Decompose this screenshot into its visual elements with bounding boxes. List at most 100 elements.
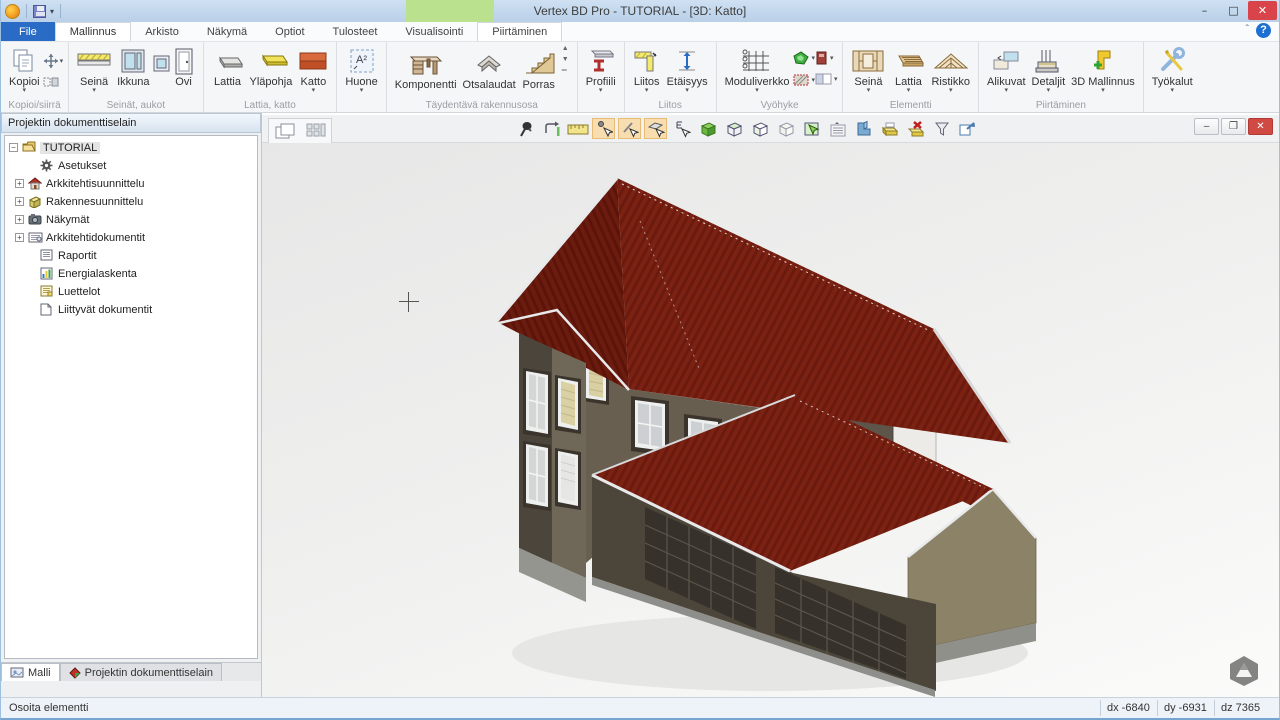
tree-item-asetukset[interactable]: Asetukset — [5, 159, 257, 172]
tree-item-arkkitehtidokumentit[interactable]: + Arkkitehtidokumentit — [5, 231, 257, 244]
folder-icon — [22, 141, 36, 154]
moduliverkko-button[interactable]: Moduliverkko ▾ — [722, 45, 793, 94]
katto-button[interactable]: Katto ▾ — [295, 45, 331, 94]
collapse-ribbon-icon[interactable]: ˆ — [1246, 24, 1249, 35]
tree-item-energialaskenta[interactable]: Energialaskenta — [5, 267, 257, 280]
maximize-button[interactable]: □ — [1219, 1, 1248, 20]
move-button[interactable]: ▾ — [43, 53, 64, 69]
gallery-expand-icon[interactable]: ═ — [562, 67, 569, 74]
ovi-button[interactable]: Ovi — [170, 45, 198, 89]
drawer-delete-icon[interactable] — [904, 118, 927, 139]
doc-minimize-button[interactable]: – — [1194, 118, 1219, 135]
shade-mode-hidden-icon[interactable] — [748, 118, 771, 139]
tile-windows-icon[interactable] — [304, 121, 327, 142]
component-icon — [407, 49, 445, 79]
tab-malli[interactable]: Malli — [1, 663, 60, 681]
etaisyys-button[interactable]: Etäisyys ▾ — [664, 45, 711, 94]
qat-dropdown-icon[interactable]: ▾ — [50, 7, 54, 16]
zone-block-button[interactable]: ▾ — [815, 51, 838, 65]
shade-mode-solid-icon[interactable] — [696, 118, 719, 139]
window-small-button[interactable] — [153, 55, 170, 72]
expand-icon[interactable]: + — [15, 197, 24, 206]
alikuvat-button[interactable]: Alikuvat ▾ — [984, 45, 1029, 94]
tree-item-tutorial[interactable]: − TUTORIAL — [5, 141, 257, 154]
zone-hatch-button[interactable]: ▾ — [792, 73, 815, 87]
group-zone: Moduliverkko ▾ ▾ ▾ ▾ — [717, 42, 844, 112]
filter-icon[interactable] — [930, 118, 953, 139]
tab-projektin-dokumenttiselain[interactable]: Projektin dokumenttiselain — [60, 663, 222, 681]
detaljit-button[interactable]: Detaljit ▾ — [1029, 45, 1069, 94]
tab-nakyma[interactable]: Näkymä — [193, 22, 261, 41]
doc-close-button[interactable]: ✕ — [1248, 118, 1273, 135]
tree-item-luettelot[interactable]: Luettelot — [5, 285, 257, 298]
wall-icon — [77, 46, 111, 76]
3d-mallinnus-button[interactable]: 3D Mallinnus ▾ — [1068, 45, 1138, 94]
select-element-icon[interactable] — [670, 118, 693, 139]
mirror-button[interactable] — [43, 76, 64, 88]
tree-item-raportit[interactable]: Raportit — [5, 249, 257, 262]
drawer-open-icon[interactable] — [878, 118, 901, 139]
kopioi-button[interactable]: Kopioi ▾ — [6, 45, 43, 94]
shade-mode-ghost-icon[interactable] — [774, 118, 797, 139]
group-joint: Liitos ▾ Etäisyys ▾ Liitos — [625, 42, 717, 112]
huone-button[interactable]: A² Huone ▾ — [342, 45, 380, 94]
profiili-button[interactable]: Profiili ▾ — [583, 45, 619, 94]
expand-icon[interactable]: + — [15, 179, 24, 188]
tab-mallinnus[interactable]: Mallinnus — [55, 22, 131, 41]
tree-item-nakymat[interactable]: + Näkymät — [5, 213, 257, 226]
scroll-up-icon[interactable]: ▲ — [562, 45, 569, 52]
komponentti-button[interactable]: Komponentti — [392, 45, 460, 92]
lattia-button[interactable]: Lattia — [209, 45, 247, 89]
tab-piirtaminen[interactable]: Piirtäminen — [477, 22, 562, 41]
tyokalut-button[interactable]: Työkalut ▾ — [1149, 45, 1196, 94]
3d-view[interactable] — [262, 143, 1279, 697]
elementti-lattia-button[interactable]: Lattia ▾ — [888, 45, 928, 94]
tree-item-rakennesuunnittelu[interactable]: + Rakennesuunnittelu — [5, 195, 257, 208]
zone-split-button[interactable]: ▾ — [815, 72, 838, 86]
tab-optiot[interactable]: Optiot — [261, 22, 318, 41]
shade-mode-wire-icon[interactable] — [722, 118, 745, 139]
elementti-seina-button[interactable]: Seinä ▾ — [848, 45, 888, 94]
export-view-icon[interactable] — [956, 118, 979, 139]
doc-restore-button[interactable]: ❐ — [1221, 118, 1246, 135]
zone-polygon-button[interactable]: ▾ — [792, 51, 815, 66]
minimize-button[interactable]: – — [1190, 1, 1219, 20]
close-button[interactable]: ✕ — [1248, 1, 1277, 20]
tab-arkisto[interactable]: Arkisto — [131, 22, 193, 41]
cascade-windows-icon[interactable] — [273, 121, 296, 142]
snap-point-icon[interactable] — [592, 118, 615, 139]
otsalaudat-button[interactable]: Otsalaudat — [460, 45, 519, 92]
path-direction-icon[interactable] — [540, 118, 563, 139]
tree-item-liittyvat-dokumentit[interactable]: Liittyvät dokumentit — [5, 303, 257, 316]
ikkuna-button[interactable]: Ikkuna — [114, 45, 152, 89]
select-3d-icon[interactable] — [800, 118, 823, 139]
app-logo-icon[interactable] — [5, 4, 20, 19]
help-icon[interactable]: ? — [1256, 23, 1271, 38]
expand-icon[interactable]: + — [15, 233, 24, 242]
ruler-icon[interactable] — [566, 118, 589, 139]
tree-item-arkkitehtisuunnittelu[interactable]: + Arkkitehtisuunnittelu — [5, 177, 257, 190]
ristikko-button[interactable]: Ristikko ▾ — [928, 45, 973, 94]
save-icon[interactable] — [33, 5, 46, 18]
group-supplement: Komponentti Otsalaudat Porras ▲ ▼ ═ Täyd… — [387, 42, 578, 112]
pin-icon[interactable] — [514, 118, 537, 139]
tab-visualisointi[interactable]: Visualisointi — [391, 22, 477, 41]
porras-button[interactable]: Porras — [519, 45, 559, 92]
tab-file[interactable]: File — [1, 22, 55, 41]
coordinate-dx: dx -6840 — [1100, 700, 1157, 716]
storey-step-icon[interactable] — [852, 118, 875, 139]
list-options-icon[interactable] — [826, 118, 849, 139]
tower-window-2 — [523, 441, 551, 511]
scroll-down-icon[interactable]: ▼ — [562, 56, 569, 63]
navigation-widget[interactable] — [1227, 655, 1261, 687]
ylapohja-button[interactable]: Yläpohja — [247, 45, 296, 89]
expand-icon[interactable]: + — [15, 215, 24, 224]
documents-icon — [28, 231, 42, 244]
seina-button[interactable]: Seinä ▾ — [74, 45, 114, 94]
snap-line-icon[interactable] — [618, 118, 641, 139]
snap-face-icon[interactable] — [644, 118, 667, 139]
tab-tulosteet[interactable]: Tulosteet — [319, 22, 392, 41]
subpicture-icon — [991, 46, 1021, 76]
collapse-icon[interactable]: − — [9, 143, 18, 152]
liitos-button[interactable]: Liitos ▾ — [630, 45, 664, 94]
